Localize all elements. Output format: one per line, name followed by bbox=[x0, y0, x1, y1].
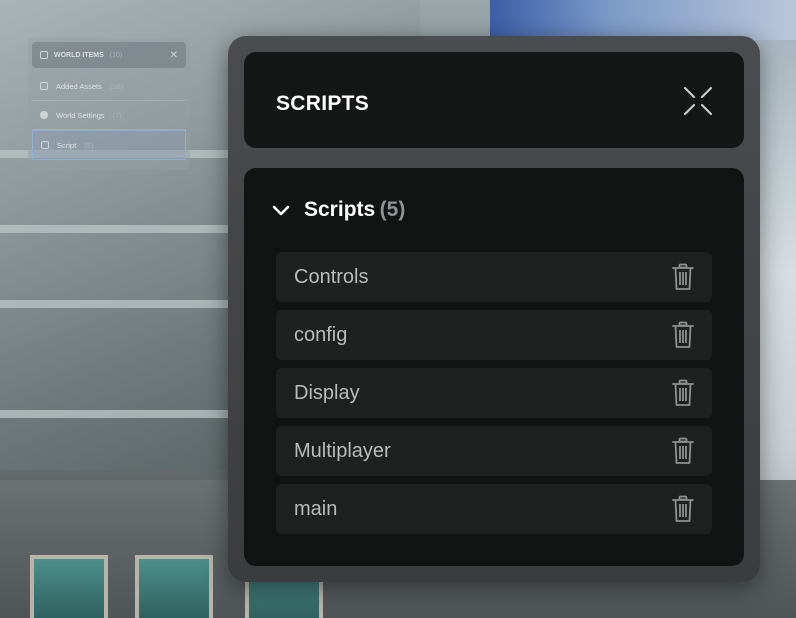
world-item-count: (7) bbox=[112, 110, 122, 120]
chevron-down-icon bbox=[272, 205, 290, 216]
trash-icon[interactable] bbox=[672, 379, 694, 407]
door bbox=[30, 555, 108, 618]
close-icon[interactable] bbox=[682, 85, 714, 117]
script-item-controls[interactable]: Controls bbox=[276, 252, 712, 302]
plus-square-icon bbox=[40, 82, 48, 90]
section-title: Scripts bbox=[304, 198, 376, 221]
close-icon[interactable]: ✕ bbox=[170, 50, 178, 61]
script-name: Controls bbox=[294, 265, 369, 288]
world-item-count: (98) bbox=[109, 81, 124, 91]
world-items-title: WORLD ITEMS bbox=[54, 51, 104, 59]
scripts-list: Controls config Display Multiplayer main bbox=[276, 252, 712, 542]
section-count: (5) bbox=[379, 198, 406, 221]
trash-icon[interactable] bbox=[672, 437, 694, 465]
trash-icon[interactable] bbox=[672, 495, 694, 523]
script-name: Display bbox=[294, 381, 360, 404]
world-item-count: (5) bbox=[84, 140, 94, 150]
script-item-main[interactable]: main bbox=[276, 484, 712, 534]
door bbox=[135, 555, 213, 618]
world-item-world-settings[interactable]: World Settings (7) bbox=[32, 101, 186, 130]
scripts-modal-header: SCRIPTS bbox=[244, 52, 744, 148]
modal-title: SCRIPTS bbox=[276, 92, 370, 115]
script-item-config[interactable]: config bbox=[276, 310, 712, 360]
script-icon bbox=[41, 141, 49, 149]
scripts-modal-body: Scripts (5) Controls config Display Mult… bbox=[244, 168, 744, 566]
world-item-label: Script bbox=[57, 140, 77, 150]
world-item-script[interactable]: Script (5) bbox=[32, 130, 186, 160]
trash-icon[interactable] bbox=[672, 321, 694, 349]
world-item-label: World Settings bbox=[56, 110, 105, 120]
world-items-list: Added Assets (98) World Settings (7) Scr… bbox=[32, 72, 186, 160]
folder-icon bbox=[40, 51, 48, 59]
script-item-multiplayer[interactable]: Multiplayer bbox=[276, 426, 712, 476]
script-name: main bbox=[294, 497, 338, 520]
scripts-section-toggle[interactable]: Scripts (5) bbox=[272, 198, 405, 222]
world-item-label: Added Assets bbox=[56, 81, 102, 91]
scripts-modal: SCRIPTS Scripts (5) Controls config Disp… bbox=[228, 36, 760, 582]
tower-top bbox=[490, 0, 796, 40]
script-name: config bbox=[294, 323, 348, 346]
script-item-display[interactable]: Display bbox=[276, 368, 712, 418]
script-name: Multiplayer bbox=[294, 439, 391, 462]
world-items-header[interactable]: WORLD ITEMS (10) ✕ bbox=[32, 42, 186, 68]
world-items-panel: WORLD ITEMS (10) ✕ Added Assets (98) Wor… bbox=[28, 38, 190, 170]
globe-icon bbox=[40, 111, 48, 119]
trash-icon[interactable] bbox=[672, 263, 694, 291]
world-items-count: (10) bbox=[109, 51, 123, 59]
world-item-added-assets[interactable]: Added Assets (98) bbox=[32, 72, 186, 101]
